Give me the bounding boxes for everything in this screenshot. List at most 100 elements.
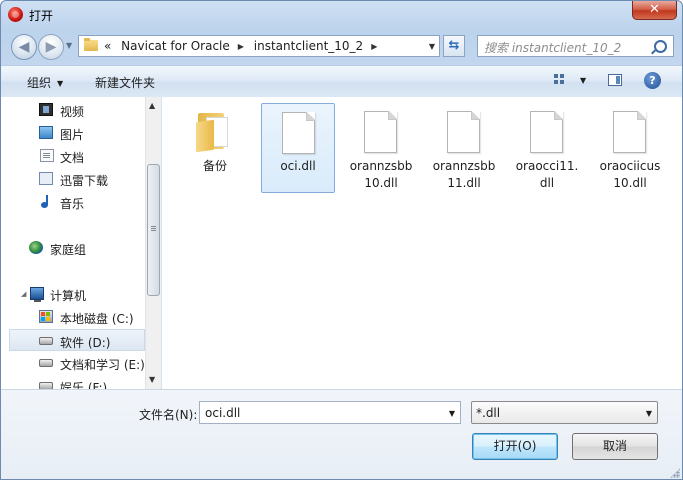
new-folder-button[interactable]: 新建文件夹 xyxy=(95,74,155,91)
arrow-right-icon: ▶ xyxy=(45,39,57,55)
refresh-icon: ⇆ xyxy=(448,38,460,53)
file-item-oraociicus10-dll[interactable]: oraociicus 10.dll xyxy=(593,103,667,193)
scroll-thumb[interactable] xyxy=(147,164,160,296)
address-dropdown-icon[interactable]: ▼ xyxy=(429,42,435,51)
nav-item-label: 视频 xyxy=(60,105,85,119)
open-button[interactable]: 打开(O) xyxy=(472,433,558,460)
nav-item-label: 音乐 xyxy=(60,197,85,211)
pictures-icon xyxy=(39,126,53,139)
help-icon[interactable]: ? xyxy=(644,72,661,89)
close-button[interactable]: ✕ xyxy=(632,1,677,20)
chevron-down-icon[interactable]: ▼ xyxy=(646,409,652,418)
breadcrumb-item-instantclient[interactable]: instantclient_10_2 xyxy=(254,39,363,53)
breadcrumb-overflow[interactable]: « xyxy=(104,39,111,53)
search-input[interactable]: 搜索 instantclient_10_2 xyxy=(484,39,621,56)
nav-item-label: 文档和学习 (E:) xyxy=(60,358,145,372)
title-bar[interactable]: 打开 ✕ xyxy=(1,1,682,27)
collapse-arrow-icon[interactable]: ◢ xyxy=(21,290,26,298)
nav-item-label: 图片 xyxy=(60,128,85,142)
nav-item-label: 文档 xyxy=(60,151,85,165)
nav-item-pictures[interactable]: 图片 xyxy=(1,122,144,144)
forward-button[interactable]: ▶ xyxy=(38,34,64,60)
nav-item-label: 软件 (D:) xyxy=(60,336,111,350)
filetype-select[interactable]: *.dll ▼ xyxy=(471,401,658,424)
file-list[interactable]: 备份 oci.dll orannzsbb 10.dll orannzsbb 11… xyxy=(162,97,682,389)
nav-item-drive-d[interactable]: 软件 (D:) xyxy=(9,329,145,351)
back-button[interactable]: ◀ xyxy=(11,34,37,60)
nav-item-videos[interactable]: 视频 xyxy=(1,99,144,121)
nav-item-music[interactable]: 音乐 xyxy=(1,191,144,213)
nav-item-drive-c[interactable]: 本地磁盘 (C:) xyxy=(1,306,144,328)
nav-item-computer[interactable]: ◢ 计算机 xyxy=(1,283,144,305)
file-name: oraocci11. dll xyxy=(515,159,579,190)
chevron-down-icon: ▼ xyxy=(57,79,64,88)
refresh-button[interactable]: ⇆ xyxy=(443,35,465,57)
change-view-icon[interactable] xyxy=(554,74,566,86)
nav-item-drive-e[interactable]: 文档和学习 (E:) xyxy=(1,352,145,374)
file-icon xyxy=(530,111,563,153)
drive-icon xyxy=(39,382,53,389)
breadcrumb: « Navicat for Oracle ▶ instantclient_10_2… xyxy=(104,39,383,53)
file-name: oraociicus 10.dll xyxy=(599,159,661,190)
nav-item-label: 计算机 xyxy=(50,289,87,303)
file-icon xyxy=(447,111,480,153)
filename-label: 文件名(N): xyxy=(139,408,198,422)
file-icon xyxy=(282,112,315,154)
drive-icon xyxy=(39,337,53,345)
file-icon xyxy=(364,111,397,153)
scroll-up-icon[interactable]: ▲ xyxy=(149,101,155,110)
view-grid-cell xyxy=(560,74,564,78)
chevron-right-icon[interactable]: ▶ xyxy=(238,42,244,51)
view-grid-cell xyxy=(560,80,564,84)
nav-scrollbar[interactable]: ▲ ▼ xyxy=(145,97,161,389)
navicat-app-icon xyxy=(8,7,23,22)
cancel-button[interactable]: 取消 xyxy=(572,433,658,460)
file-name: oci.dll xyxy=(280,159,316,173)
preview-pane-icon[interactable] xyxy=(608,74,622,86)
file-item-orannzsbb10-dll[interactable]: orannzsbb 10.dll xyxy=(344,103,418,193)
view-grid-cell xyxy=(554,80,558,84)
filename-value[interactable]: oci.dll xyxy=(205,406,240,420)
file-item-folder-backup[interactable]: 备份 xyxy=(178,103,252,193)
download-icon xyxy=(39,172,53,185)
file-item-oraocci11-dll[interactable]: oraocci11. dll xyxy=(510,103,584,193)
organize-label: 组织 xyxy=(27,76,52,90)
search-icon[interactable] xyxy=(654,40,667,53)
window-title: 打开 xyxy=(29,9,54,23)
music-icon xyxy=(41,195,51,208)
nav-item-label: 本地磁盘 (C:) xyxy=(60,312,134,326)
resize-grip-icon[interactable] xyxy=(670,468,680,478)
chevron-right-icon[interactable]: ▶ xyxy=(371,42,377,51)
file-item-oci-dll[interactable]: oci.dll xyxy=(261,103,335,193)
file-icon xyxy=(613,111,646,153)
nav-item-xunlei-download[interactable]: 迅雷下载 xyxy=(1,168,144,190)
folder-icon xyxy=(84,38,98,51)
arrow-left-icon: ◀ xyxy=(18,39,30,55)
filename-input[interactable]: oci.dll ▼ xyxy=(199,401,461,424)
organize-menu-button[interactable]: 组织 ▼ xyxy=(27,74,63,91)
folder-front xyxy=(196,119,214,153)
breadcrumb-item-navicat[interactable]: Navicat for Oracle xyxy=(121,39,230,53)
filetype-value: *.dll xyxy=(476,406,501,420)
address-bar[interactable]: « Navicat for Oracle ▶ instantclient_10_2… xyxy=(78,35,440,57)
view-options-dropdown[interactable]: ▼ xyxy=(580,76,586,85)
scroll-down-icon[interactable]: ▼ xyxy=(149,375,155,384)
nav-item-documents[interactable]: 文档 xyxy=(1,145,144,167)
view-grid-cell xyxy=(554,74,558,78)
file-item-orannzsbb11-dll[interactable]: orannzsbb 11.dll xyxy=(427,103,501,193)
nav-item-drive-f[interactable]: 娱乐 (F:) xyxy=(1,375,144,389)
recent-locations-dropdown[interactable]: ▼ xyxy=(66,41,72,50)
file-name: orannzsbb 10.dll xyxy=(349,159,413,190)
nav-item-homegroup[interactable]: 家庭组 xyxy=(1,237,144,259)
nav-item-label: 家庭组 xyxy=(50,243,87,257)
open-file-dialog: 打开 ✕ ◀ ▶ ▼ « Navicat for Oracle ▶ instant… xyxy=(0,0,683,480)
dialog-footer: 文件名(N): oci.dll ▼ *.dll ▼ 打开(O) 取消 xyxy=(1,389,682,479)
chevron-down-icon[interactable]: ▼ xyxy=(449,409,455,418)
search-box[interactable]: 搜索 instantclient_10_2 xyxy=(477,35,674,57)
video-icon xyxy=(39,103,53,116)
file-name: orannzsbb 11.dll xyxy=(432,159,496,190)
file-name: 备份 xyxy=(202,159,227,173)
drive-c-icon xyxy=(39,310,53,323)
command-toolbar: 组织 ▼ 新建文件夹 ▼ ? xyxy=(1,65,682,98)
folder-icon xyxy=(196,113,234,153)
